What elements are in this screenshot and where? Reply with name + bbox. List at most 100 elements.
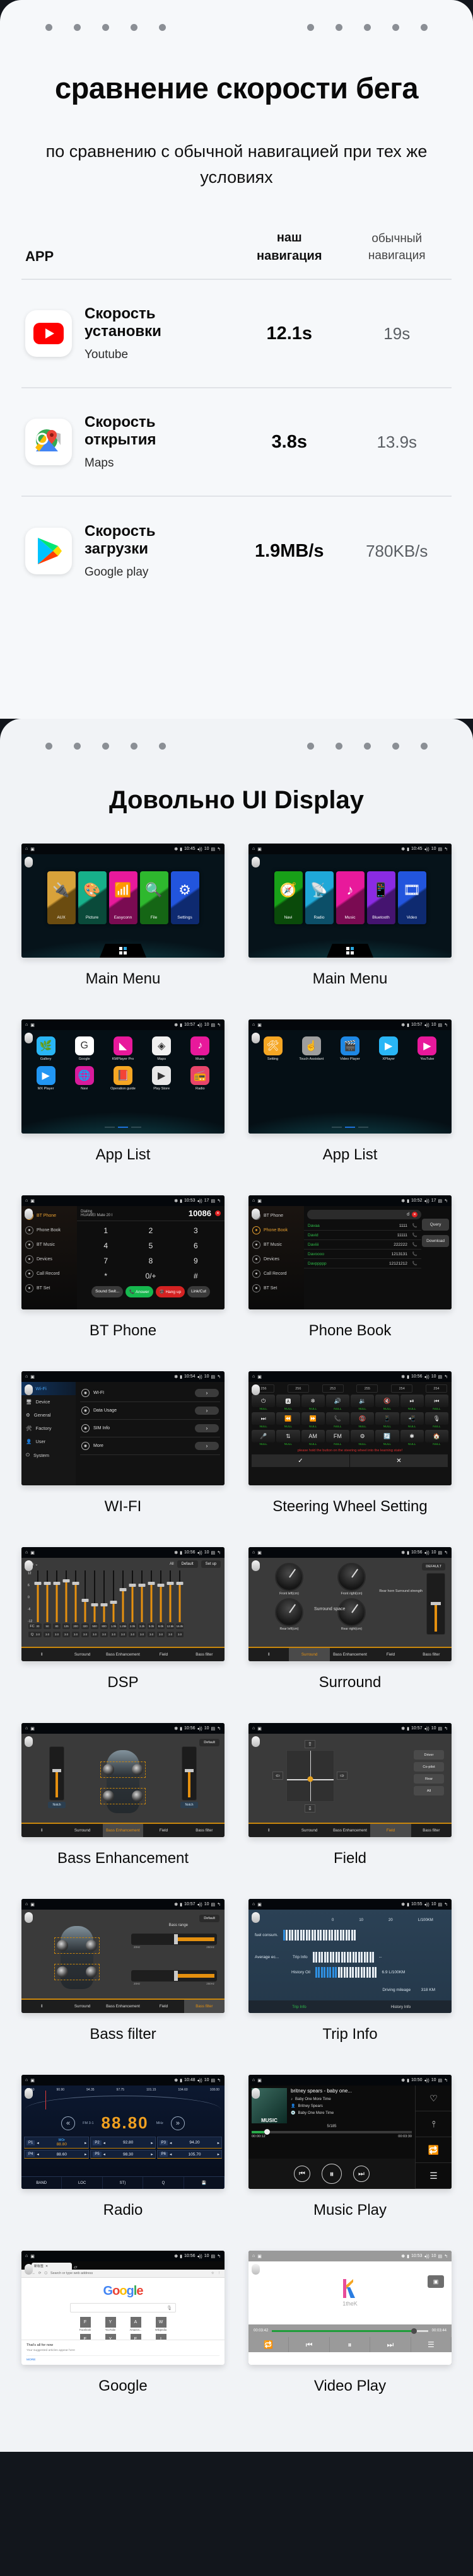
- radio-button-band[interactable]: BAND: [21, 2177, 62, 2189]
- video-seekbar[interactable]: [272, 2328, 428, 2334]
- menu-tile-navi[interactable]: 🧭 Navi: [274, 871, 303, 924]
- eq-band[interactable]: [119, 1570, 127, 1622]
- back-icon[interactable]: ↰: [217, 1726, 221, 1731]
- device-screenshot-surround[interactable]: ⌂ ▣ ✽ ▮ 10:56 ◂)) 10 ▤ ↰ DEFAULT Front l…: [248, 1547, 452, 1661]
- q-value[interactable]: 3.0: [110, 1632, 117, 1637]
- recents-icon[interactable]: ▤: [438, 2254, 443, 2259]
- back-icon[interactable]: ↰: [444, 1550, 448, 1555]
- recents-icon[interactable]: ▤: [438, 1374, 443, 1379]
- device-screenshot-phone-book[interactable]: ⌂ ▣ ✽ ▮ 10:52 ◂)) 17 ▤ ↰ ● BT Phone ● Phone…: [248, 1195, 452, 1309]
- menu-tile-picture[interactable]: 🎨 Picture: [78, 871, 107, 924]
- recents-icon[interactable]: ▤: [438, 2078, 443, 2083]
- q-value[interactable]: 3.0: [91, 1632, 98, 1637]
- device-screenshot-steering[interactable]: ⌂ ▣ ✽ ▮ 10:56 ◂)) 10 ▤ ↰ 256 256 253 255 254…: [248, 1371, 452, 1485]
- tab-bass-filter[interactable]: Bass filter: [184, 2000, 225, 2013]
- setting-row-wi-fi[interactable]: ◉ WI-FI ›: [80, 1384, 220, 1402]
- bt-sidebar-item-bt-music[interactable]: ● BT Music: [21, 1238, 77, 1252]
- recents-icon[interactable]: ▤: [211, 1198, 216, 1204]
- tab-equalizer[interactable]: ⦀: [21, 1648, 62, 1661]
- steering-key[interactable]: ⏻ NULL: [252, 1395, 276, 1411]
- dock-button[interactable]: [327, 944, 373, 958]
- tab-field[interactable]: Field: [370, 1824, 411, 1837]
- device-knob[interactable]: [25, 1560, 33, 1571]
- q-value[interactable]: 3.0: [129, 1632, 136, 1637]
- q-value[interactable]: 3.0: [176, 1632, 184, 1637]
- eq-band[interactable]: [100, 1570, 108, 1622]
- steering-key[interactable]: 🔇 NULL: [375, 1395, 399, 1411]
- shortcut-facebook[interactable]: F Facebook: [74, 2317, 96, 2331]
- key-9[interactable]: 9: [173, 1253, 218, 1268]
- left-level-slider[interactable]: [49, 1746, 64, 1801]
- app-item-operation-guide[interactable]: 📕 Operation guide: [107, 1066, 139, 1091]
- home-icon[interactable]: ⌂: [252, 1550, 255, 1555]
- bass-range-slider-top[interactable]: 20Hz 250Hz: [131, 1934, 217, 1949]
- steering-key[interactable]: 📲 NULL: [400, 1412, 424, 1429]
- recents-icon[interactable]: ▤: [438, 1550, 443, 1555]
- call-icon[interactable]: 📞: [412, 1251, 418, 1256]
- query-button[interactable]: Query: [422, 1219, 449, 1231]
- recents-icon[interactable]: ▤: [211, 2078, 216, 2083]
- home-icon[interactable]: ⌂: [25, 2254, 28, 2258]
- recents-icon[interactable]: ▤: [438, 1198, 443, 1204]
- close-icon[interactable]: ✕: [45, 2265, 48, 2268]
- contact-row[interactable]: Davoooo 1213131 📞: [304, 1250, 421, 1259]
- key-0/+[interactable]: 0/+: [128, 1268, 173, 1284]
- bookmark-icon[interactable]: ☆: [211, 2271, 214, 2275]
- steering-key[interactable]: 📵 NULL: [351, 1412, 375, 1429]
- eq-handle[interactable]: [138, 1583, 146, 1587]
- tab-equalizer[interactable]: ⦀: [248, 1824, 289, 1837]
- preset-prev-icon[interactable]: ◂: [103, 2152, 105, 2157]
- new-tab-icon[interactable]: ▱: [74, 2265, 77, 2270]
- device-screenshot-bass-filter[interactable]: ⌂ ▣ ✽ ▮ 10:57 ◂)) 10 ▤ ↰ Default Bass ra…: [21, 1899, 225, 2013]
- field-preset-driver[interactable]: Driver: [414, 1750, 444, 1760]
- field-up-button[interactable]: ⇧: [305, 1740, 315, 1748]
- back-icon[interactable]: ↰: [217, 1550, 221, 1555]
- device-screenshot-google[interactable]: ⌂ ▣ ✽ ▮ 10:56 ◂)) 10 ▤ ↰ 新标签 ✕ ▱ ←→ ⟳⬡ S…: [21, 2251, 225, 2365]
- home-icon[interactable]: ⌂: [252, 1023, 255, 1027]
- menu-tile-video[interactable]: 🎞 Video: [397, 871, 426, 924]
- fc-value[interactable]: 125: [62, 1623, 70, 1629]
- steering-key[interactable]: ⏭ NULL: [252, 1412, 276, 1429]
- bt-sidebar-item-devices[interactable]: ● Devices: [21, 1252, 77, 1267]
- eq-handle[interactable]: [110, 1601, 117, 1604]
- device-knob[interactable]: [25, 1736, 33, 1747]
- video-control-3[interactable]: ⏭: [370, 2337, 411, 2352]
- shortcut-wikipedia[interactable]: W Wikipedia: [150, 2317, 172, 2331]
- recents-icon[interactable]: ▤: [438, 1726, 443, 1731]
- field-preset-co-pilot[interactable]: Co-pilot: [414, 1762, 444, 1772]
- sound-switch-button[interactable]: Sound Swit...: [91, 1286, 124, 1297]
- shortcut-youtube[interactable]: Y YouTube: [100, 2317, 121, 2331]
- eq-handle[interactable]: [119, 1587, 127, 1591]
- app-item-gallery[interactable]: 🌿 Gallery: [30, 1036, 62, 1061]
- device-screenshot-dsp[interactable]: ⌂ ▣ ✽ ▮ 10:56 ◂)) 10 ▤ ↰ Rock ⌄ All Defa…: [21, 1547, 225, 1661]
- preset-next-icon[interactable]: ▸: [85, 2152, 86, 2157]
- field-down-button[interactable]: ⇩: [305, 1804, 315, 1813]
- back-icon[interactable]: ↰: [217, 847, 221, 852]
- eq-handle[interactable]: [62, 1579, 70, 1583]
- home-icon[interactable]: ⌂: [25, 1726, 28, 1731]
- eq-band[interactable]: [129, 1570, 136, 1622]
- device-screenshot-field[interactable]: ⌂ ▣ ✽ ▮ 10:57 ◂)) 10 ▤ ↰ ⇧ ⇩ ⇦ ⇨ Driver C…: [248, 1723, 452, 1837]
- back-icon[interactable]: ↰: [217, 1198, 221, 1204]
- device-knob[interactable]: [25, 857, 33, 867]
- preset-p6[interactable]: P6 ◂ 105.70 ▸: [156, 2150, 222, 2159]
- field-left-button[interactable]: ⇦: [272, 1772, 283, 1780]
- page-indicator[interactable]: [332, 1127, 368, 1128]
- home-icon[interactable]: ⌂: [252, 1902, 255, 1906]
- tab-field[interactable]: Field: [143, 2000, 184, 2013]
- clear-icon[interactable]: ✕: [412, 1212, 418, 1217]
- dock-button[interactable]: [100, 944, 146, 958]
- fc-value[interactable]: 200: [72, 1623, 79, 1629]
- preset-p3[interactable]: P3 ◂ 94.20 ▸: [156, 2137, 222, 2149]
- picture-in-picture-button[interactable]: ▣: [428, 2275, 444, 2288]
- app-item-navi[interactable]: 🌐 Navi: [68, 1066, 101, 1091]
- preset-next-icon[interactable]: ▸: [151, 2140, 153, 2145]
- preset-next-icon[interactable]: ▸: [85, 2140, 86, 2145]
- tab-equalizer[interactable]: ⦀: [21, 1824, 62, 1837]
- call-icon[interactable]: 📞: [412, 1233, 418, 1238]
- recents-icon[interactable]: ▤: [211, 1023, 216, 1028]
- steering-key[interactable]: ⏩ NULL: [301, 1412, 325, 1429]
- app-item-kmplayer-pro[interactable]: ◣ KMPlayer Pro: [107, 1036, 139, 1061]
- q-value[interactable]: 3.0: [138, 1632, 146, 1637]
- device-knob[interactable]: [252, 2088, 260, 2099]
